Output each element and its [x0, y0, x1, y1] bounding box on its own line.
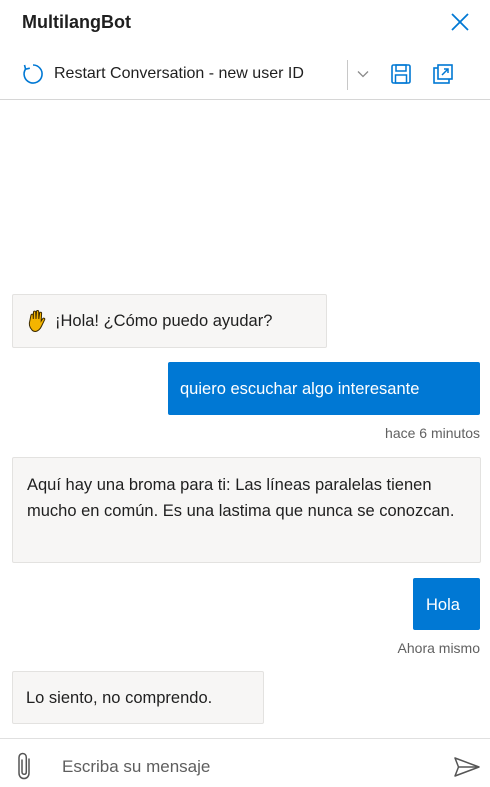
chat-panel: MultilangBot Restart Conversation - new …	[0, 0, 490, 787]
save-icon	[391, 64, 411, 84]
header: MultilangBot	[0, 0, 490, 46]
chevron-down-icon	[357, 71, 369, 78]
send-icon	[454, 757, 480, 777]
bot-title: MultilangBot	[22, 12, 131, 32]
message-text: Hola	[426, 596, 460, 614]
user-message: quiero escuchar algo interesante	[168, 362, 480, 415]
message-input[interactable]	[60, 751, 434, 783]
upload-button[interactable]	[14, 751, 36, 781]
message-text: Lo siento, no comprendo.	[26, 689, 213, 707]
message-timestamp: hace 6 minutos	[385, 425, 480, 441]
restart-label: Restart Conversation - new user ID	[54, 65, 304, 82]
popout-button[interactable]	[432, 63, 454, 85]
paperclip-icon	[18, 752, 30, 780]
bot-message: Aquí hay una broma para ti: Las líneas p…	[12, 457, 481, 563]
waving-hand-icon	[28, 310, 46, 333]
popout-icon	[433, 64, 453, 84]
toolbar: Restart Conversation - new user ID	[0, 50, 490, 100]
send-box	[0, 738, 490, 787]
message-text: Aquí hay una broma para ti: Las líneas p…	[27, 476, 455, 520]
user-message: Hola	[413, 578, 480, 630]
restart-conversation-button[interactable]: Restart Conversation - new user ID	[22, 62, 304, 86]
message-text: quiero escuchar algo interesante	[180, 380, 420, 398]
close-button[interactable]	[446, 8, 474, 36]
bot-message: Lo siento, no comprendo.	[12, 671, 264, 724]
bot-message: ¡Hola! ¿Cómo puedo ayudar?	[12, 294, 327, 348]
message-text: ¡Hola! ¿Cómo puedo ayudar?	[55, 312, 273, 330]
restart-options-dropdown[interactable]	[354, 64, 372, 84]
save-button[interactable]	[390, 63, 412, 85]
message-timestamp: Ahora mismo	[397, 640, 480, 656]
send-button[interactable]	[452, 755, 482, 779]
toolbar-divider	[347, 60, 348, 90]
close-icon	[451, 13, 469, 31]
restart-icon	[23, 64, 43, 84]
